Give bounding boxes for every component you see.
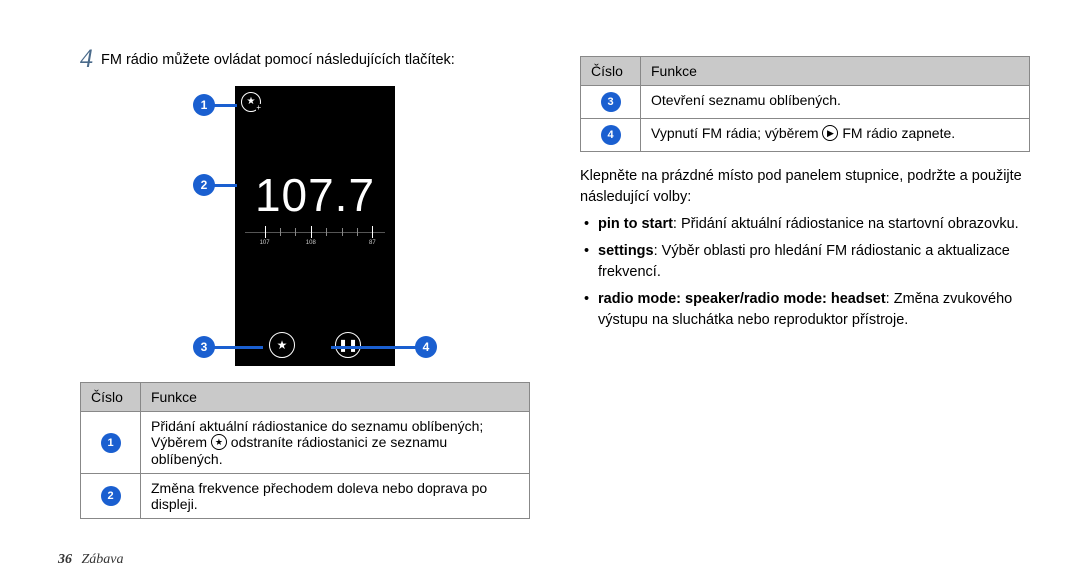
page-footer: 36 Zábava (58, 552, 124, 568)
th-function: Funkce (141, 383, 530, 412)
list-item: pin to start: Přidání aktuální rádiostan… (584, 214, 1030, 235)
page-number: 36 (58, 552, 72, 567)
options-list: pin to start: Přidání aktuální rádiostan… (580, 214, 1030, 331)
row-badge-2: 2 (101, 486, 121, 506)
phone-screen: + 107.7 107 108 87 ★ (235, 86, 395, 366)
table-row: 3 Otevření seznamu oblíbených. (581, 86, 1030, 119)
callout-4: 4 (415, 336, 437, 358)
row-badge-1: 1 (101, 433, 121, 453)
row-badge-3: 3 (601, 92, 621, 112)
callout-3: 3 (193, 336, 215, 358)
th-function: Funkce (641, 57, 1030, 86)
pause-icon: ❚❚ (335, 332, 361, 358)
th-number: Číslo (81, 383, 141, 412)
instruction-paragraph: Klepněte na prázdné místo pod panelem st… (580, 166, 1030, 208)
tick-label: 107 (260, 240, 270, 246)
play-icon: ▶ (822, 125, 838, 141)
callout-line-3 (213, 346, 263, 349)
tick-label: 87 (369, 240, 376, 246)
row-desc-2: Změna frekvence přechodem doleva nebo do… (141, 474, 530, 519)
callout-line-2 (213, 184, 237, 187)
frequency-scale: 107 108 87 (245, 226, 385, 256)
favorites-icon: ★ (269, 332, 295, 358)
frequency-display: 107.7 (235, 168, 395, 222)
callout-line-4 (331, 346, 417, 349)
step-4: 4 FM rádio můžete ovládat pomocí následu… (80, 50, 530, 76)
add-favorite-icon: + (241, 92, 261, 112)
step-number: 4 (80, 46, 93, 72)
table-row: 4 Vypnutí FM rádia; výběrem ▶ FM rádio z… (581, 119, 1030, 152)
star-icon: ★ (211, 434, 227, 450)
callout-2: 2 (193, 174, 215, 196)
row-desc-4: Vypnutí FM rádia; výběrem ▶ FM rádio zap… (641, 119, 1030, 152)
step-text: FM rádio můžete ovládat pomocí následují… (101, 50, 455, 70)
tick-label: 108 (306, 240, 316, 246)
row-badge-4: 4 (601, 125, 621, 145)
list-item: radio mode: speaker/radio mode: headset:… (584, 289, 1030, 331)
functions-table-right: Číslo Funkce 3 Otevření seznamu oblíbený… (580, 56, 1030, 152)
th-number: Číslo (581, 57, 641, 86)
callout-1: 1 (193, 94, 215, 116)
section-name: Zábava (82, 552, 124, 567)
row-desc-1: Přidání aktuální rádiostanice do seznamu… (141, 412, 530, 474)
list-item: settings: Výběr oblasti pro hledání FM r… (584, 241, 1030, 283)
callout-line-1 (213, 104, 237, 107)
table-row: 1 Přidání aktuální rádiostanice do sezna… (81, 412, 530, 474)
table-row: 2 Změna frekvence přechodem doleva nebo … (81, 474, 530, 519)
functions-table-left: Číslo Funkce 1 Přidání aktuální rádiosta… (80, 382, 530, 519)
phone-illustration: 1 2 3 4 + 107.7 (155, 86, 455, 376)
row-desc-3: Otevření seznamu oblíbených. (641, 86, 1030, 119)
